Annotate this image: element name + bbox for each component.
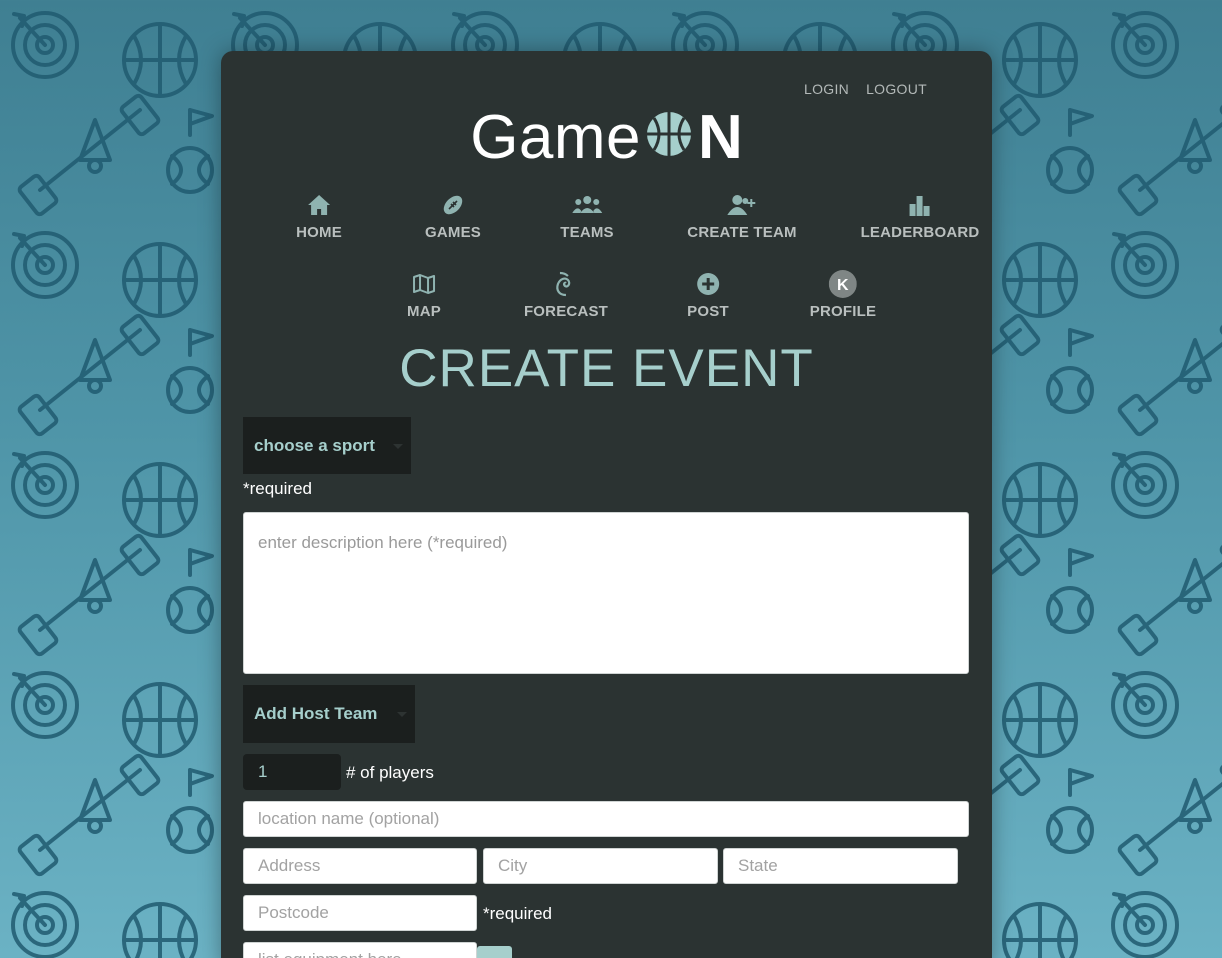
city-input[interactable] <box>483 848 718 884</box>
players-label: # of players <box>346 763 434 782</box>
players-count-input[interactable] <box>243 754 341 790</box>
description-textarea[interactable] <box>243 512 969 674</box>
state-input[interactable] <box>723 848 958 884</box>
basketball-logo-icon <box>645 103 693 173</box>
chevron-down-icon <box>397 712 407 717</box>
home-icon <box>307 192 331 218</box>
users-icon <box>572 192 602 218</box>
nav-item-teams[interactable]: TEAMS <box>560 192 614 241</box>
nav-item-games[interactable]: GAMES <box>425 192 481 241</box>
tornado-icon <box>554 271 578 297</box>
nav-label-map: MAP <box>407 303 441 320</box>
logout-link[interactable]: LOGOUT <box>866 81 927 97</box>
nav-item-post[interactable]: POST <box>687 271 729 320</box>
nav-item-home[interactable]: HOME <box>296 192 342 241</box>
football-icon <box>441 192 465 218</box>
add-equipment-button[interactable] <box>477 946 512 958</box>
logo-text-n: N <box>698 103 743 172</box>
bar-chart-icon <box>908 192 932 218</box>
chevron-down-icon <box>393 444 403 449</box>
nav-label-profile: PROFILE <box>809 303 877 320</box>
host-team-select[interactable]: Add Host Team <box>243 685 415 743</box>
equipment-input[interactable] <box>243 942 477 958</box>
postcode-input[interactable] <box>243 895 477 931</box>
nav-item-forecast[interactable]: FORECAST <box>524 271 608 320</box>
nav-label-post: POST <box>687 303 729 320</box>
nav-label-games: GAMES <box>424 224 482 241</box>
sport-required-note: *required <box>243 479 312 498</box>
user-plus-icon <box>726 192 757 218</box>
location-name-input[interactable] <box>243 801 969 837</box>
nav-label-home: HOME <box>296 224 342 241</box>
sport-select[interactable]: choose a sport <box>243 417 411 474</box>
address-input[interactable] <box>243 848 477 884</box>
logo[interactable]: Game N <box>221 103 992 173</box>
map-icon <box>412 271 436 297</box>
nav-item-leaderboard[interactable]: LEADERBOARD <box>861 192 980 241</box>
auth-links: LOGIN LOGOUT <box>804 81 927 97</box>
page-title: CREATE EVENT <box>399 339 814 398</box>
logo-text-game: Game <box>470 103 642 172</box>
nav-item-map[interactable]: MAP <box>407 271 441 320</box>
postcode-required-note: *required <box>483 904 552 923</box>
nav-item-create-team[interactable]: CREATE TEAM <box>687 192 797 241</box>
avatar-letter: K <box>837 277 849 294</box>
nav-label-leaderboard: LEADERBOARD <box>860 224 980 241</box>
host-team-select-label: Add Host Team <box>254 704 378 723</box>
avatar-icon: K <box>829 270 857 298</box>
main-panel: LOGIN LOGOUT Game N HOME GAMES TEAMS CRE… <box>221 51 992 958</box>
nav-label-forecast: FORECAST <box>523 303 609 320</box>
nav-label-teams: TEAMS <box>560 224 614 241</box>
plus-circle-icon <box>696 271 720 297</box>
sport-select-label: choose a sport <box>254 435 375 455</box>
nav-label-create-team: CREATE TEAM <box>687 224 797 241</box>
nav-item-profile[interactable]: K PROFILE <box>809 270 877 320</box>
login-link[interactable]: LOGIN <box>804 81 849 97</box>
